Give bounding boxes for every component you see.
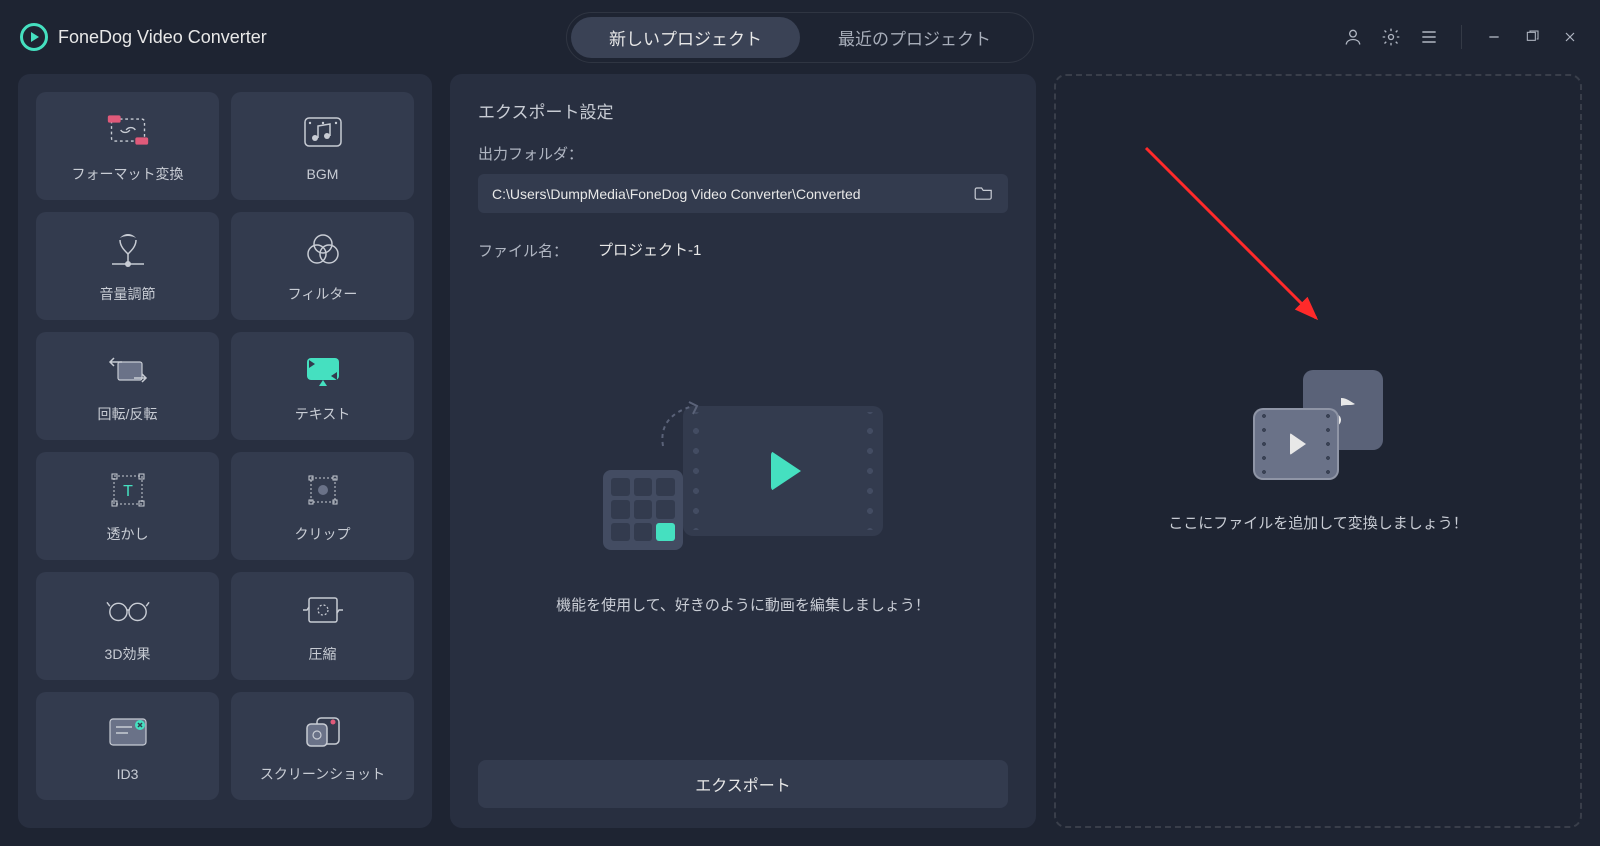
clip-icon — [301, 468, 345, 512]
tool-filter[interactable]: フィルター — [231, 212, 414, 320]
output-folder-path-row: C:\Users\DumpMedia\FoneDog Video Convert… — [478, 174, 1008, 213]
tool-3d-effect[interactable]: 3D効果 — [36, 572, 219, 680]
3d-effect-icon — [106, 588, 150, 632]
output-folder-path: C:\Users\DumpMedia\FoneDog Video Convert… — [492, 186, 861, 202]
editor-hint: 機能を使用して、好きのように動画を編集しましょう！ — [556, 594, 930, 618]
volume-icon — [106, 228, 150, 272]
tool-id3[interactable]: ID3 — [36, 692, 219, 800]
tool-label: 回転/反転 — [98, 404, 158, 424]
browse-folder-icon[interactable] — [974, 184, 994, 203]
close-icon[interactable] — [1560, 27, 1580, 47]
tool-clip[interactable]: クリップ — [231, 452, 414, 560]
project-tabs: 新しいプロジェクト 最近のプロジェクト — [566, 12, 1034, 63]
minimize-icon[interactable] — [1484, 27, 1504, 47]
filename-field[interactable] — [590, 235, 805, 265]
gear-icon[interactable] — [1381, 27, 1401, 47]
tool-bgm[interactable]: BGM — [231, 92, 414, 200]
dropzone-graphic — [1253, 370, 1383, 480]
tool-compress[interactable]: 圧縮 — [231, 572, 414, 680]
tool-label: フィルター — [288, 284, 358, 304]
tool-label: 音量調節 — [100, 284, 156, 304]
tool-screenshot[interactable]: スクリーンショット — [231, 692, 414, 800]
tool-label: クリップ — [295, 524, 351, 544]
screenshot-icon — [301, 708, 345, 752]
tool-volume[interactable]: 音量調節 — [36, 212, 219, 320]
editor-illustration: 機能を使用して、好きのように動画を編集しましょう！ — [478, 265, 1008, 748]
tool-sidebar: フォーマット変換 BGM 音量調節 フィルター — [18, 74, 432, 828]
tab-recent-project[interactable]: 最近のプロジェクト — [800, 17, 1029, 58]
app-title: FoneDog Video Converter — [58, 27, 267, 48]
tool-rotate-flip[interactable]: 回転/反転 — [36, 332, 219, 440]
tool-watermark[interactable]: T 透かし — [36, 452, 219, 560]
menu-icon[interactable] — [1419, 27, 1439, 47]
output-folder-label: 出力フォルダ： — [478, 143, 1008, 164]
tab-new-project[interactable]: 新しいプロジェクト — [571, 17, 800, 58]
tool-text[interactable]: テキスト — [231, 332, 414, 440]
annotation-arrow-icon — [1126, 128, 1366, 368]
maximize-icon[interactable] — [1522, 27, 1542, 47]
rotate-flip-icon — [106, 348, 150, 392]
id3-icon — [106, 710, 150, 754]
filename-label: ファイル名： — [478, 240, 568, 261]
file-dropzone[interactable]: ここにファイルを追加して変換しましょう！ — [1054, 74, 1582, 828]
tool-label: 透かし — [107, 524, 149, 544]
tool-label: 3D効果 — [105, 644, 151, 664]
tool-label: BGM — [307, 166, 339, 182]
export-panel: エクスポート設定 出力フォルダ： C:\Users\DumpMedia\Fone… — [450, 74, 1036, 828]
tool-label: フォーマット変換 — [72, 164, 184, 184]
text-icon — [301, 348, 345, 392]
account-icon[interactable] — [1343, 27, 1363, 47]
tool-label: スクリーンショット — [260, 764, 385, 784]
tool-label: テキスト — [295, 404, 351, 424]
tool-label: ID3 — [117, 766, 139, 782]
tool-format-convert[interactable]: フォーマット変換 — [36, 92, 219, 200]
tool-label: 圧縮 — [309, 644, 337, 664]
format-convert-icon — [106, 108, 150, 152]
filter-icon — [301, 228, 345, 272]
dropzone-hint: ここにファイルを追加して変換しましょう！ — [1168, 512, 1468, 533]
export-button[interactable]: エクスポート — [478, 760, 1008, 808]
watermark-icon: T — [106, 468, 150, 512]
svg-text:T: T — [123, 483, 133, 500]
export-heading: エクスポート設定 — [478, 98, 1008, 123]
bgm-icon — [301, 110, 345, 154]
compress-icon — [301, 588, 345, 632]
app-logo: FoneDog Video Converter — [20, 23, 267, 51]
